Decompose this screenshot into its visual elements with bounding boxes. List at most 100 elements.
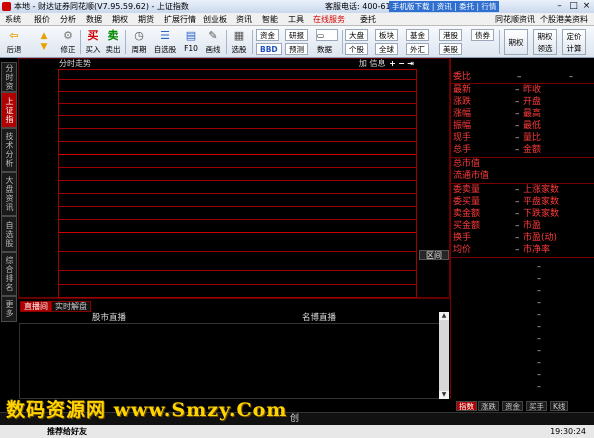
research-button[interactable]: 研报 <box>285 29 308 41</box>
fund-flow-button[interactable]: 资金 <box>256 29 279 41</box>
global-button[interactable]: 全球 <box>375 43 398 55</box>
market-button[interactable]: 大盘 <box>345 29 368 41</box>
fund-button[interactable]: 基金 <box>406 29 429 41</box>
quote-label-pe: 市盈 <box>523 221 542 231</box>
sell-button[interactable]: 卖卖出 <box>102 28 124 56</box>
menu-stock-info[interactable]: 个股港美资料 <box>540 13 588 26</box>
quote-label-avgprice: 均价 <box>453 245 472 255</box>
menu-futures[interactable]: 期货 <box>138 13 154 26</box>
minimize-icon[interactable]: – <box>553 1 566 12</box>
zoom-in-icon[interactable]: + <box>388 59 397 69</box>
menu-tools[interactable]: 工具 <box>288 13 304 26</box>
quote-label-volratio: 量比 <box>523 133 542 143</box>
left-side-tabs: 分时资讯 上证指数 技术分析 大盘资讯 自选股 综合排名 更多 <box>0 58 18 399</box>
close-icon[interactable]: × <box>580 1 593 12</box>
option-button[interactable]: 期权 <box>504 29 528 55</box>
quote-label-lastvol: 现手 <box>453 133 472 143</box>
menu-analysis[interactable]: 分析 <box>60 13 76 26</box>
menu-trade[interactable]: 委托 <box>360 13 376 26</box>
chart-tools: 加 信息 + − ⇥ <box>359 59 415 69</box>
maximize-icon[interactable]: □ <box>567 1 580 12</box>
forecast-button[interactable]: 预测 <box>285 43 308 55</box>
title-bar: 本地 - 财达证券同花顺(V7.95.59.62) - 上证指数 客服电话: 4… <box>0 0 594 13</box>
tab-realtime-analysis[interactable]: 实时解盘 <box>51 301 91 312</box>
data-icon[interactable]: ▭ <box>316 29 338 41</box>
menu-news[interactable]: 资讯 <box>236 13 252 26</box>
tab-ranking[interactable]: 综合排名 <box>1 252 17 296</box>
forward-button[interactable]: ▲ ▼ <box>36 28 52 56</box>
quote-label-mktcap: 总市值 <box>453 159 481 169</box>
tab-technical[interactable]: 技术分析 <box>1 128 17 172</box>
quote-label-buyamt: 买金额 <box>453 221 481 231</box>
scroll-down-icon[interactable]: ▼ <box>439 391 449 399</box>
quote-label-pe-dyn: 市盈(动) <box>523 233 558 243</box>
buy-button[interactable]: 买买入 <box>82 28 104 56</box>
add-indicator-label[interactable]: 加 <box>359 59 367 68</box>
menu-bar: 系统 报价 分析 数据 期权 期货 扩展行情 创业板 资讯 智能 工具 在线服务… <box>0 13 594 26</box>
pricing-calc-button[interactable]: 定价计算 <box>562 29 586 55</box>
quote-label-change: 涨跌 <box>453 97 472 107</box>
mobile-download-link[interactable]: 手机版下载 | 资讯 | 委托 | 行情 <box>389 1 500 12</box>
sector-button[interactable]: 板块 <box>375 29 398 41</box>
tab-fund[interactable]: 资金 <box>502 401 523 411</box>
scroll-up-icon[interactable]: ▲ <box>439 312 449 320</box>
modify-icon: ⚙ <box>63 29 73 42</box>
menu-smart[interactable]: 智能 <box>262 13 278 26</box>
expand-icon[interactable]: ⇥ <box>406 59 415 69</box>
pencil-icon: ✎ <box>208 29 218 42</box>
zoom-out-icon[interactable]: − <box>397 59 406 69</box>
quote-value-weibi: – <box>517 72 522 82</box>
app-window: 本地 - 财达证券同花顺(V7.95.59.62) - 上证指数 客服电话: 4… <box>0 0 594 438</box>
recommend-friend-link[interactable]: 推荐给好友 <box>47 425 87 438</box>
timeshare-chart: 分时走势 加 信息 + − ⇥ 区间 <box>18 58 450 298</box>
tab-sh-index[interactable]: 上证指数 <box>1 92 17 128</box>
chart-title: 分时走势 <box>59 59 91 68</box>
stock-picker-button[interactable]: ▦ 选股 <box>228 28 250 56</box>
menu-gem[interactable]: 创业板 <box>203 13 227 26</box>
menu-online-service[interactable]: 在线服务 <box>313 13 345 26</box>
news-panel: 直播间 实时解盘 股市直播 名博直播 ▲ ▼ <box>18 298 450 399</box>
watchlist-button[interactable]: ☰ 自选股 <box>152 28 178 56</box>
quote-label-askvol: 委卖量 <box>453 185 481 195</box>
menu-extended[interactable]: 扩展行情 <box>164 13 196 26</box>
back-arrow-icon: ⇦ <box>9 29 19 42</box>
tab-index[interactable]: 指数 <box>456 401 477 411</box>
toolbar: ⇦ 后退 ▲ ▼ ⚙ 修正 买买入 卖卖出 ◷ 周期 ☰ 自选股 ▤ F10 ✎ 画线 ▦ 选股… <box>0 26 594 58</box>
option-select-button[interactable]: 期权领选 <box>533 29 557 55</box>
menu-data[interactable]: 数据 <box>86 13 102 26</box>
menu-options[interactable]: 期权 <box>112 13 128 26</box>
data-label: 数据 <box>317 45 332 54</box>
menu-ths-news[interactable]: 同花顺资讯 <box>495 13 535 26</box>
down-arrow-icon: ▼ <box>40 42 48 52</box>
news-scrollbar[interactable]: ▲ ▼ <box>439 312 449 399</box>
window-title: 本地 - 财达证券同花顺(V7.95.59.62) - 上证指数 <box>14 2 189 11</box>
period-button[interactable]: ◷ 周期 <box>128 28 150 56</box>
tab-kline[interactable]: K线 <box>550 401 569 411</box>
app-logo-icon <box>2 2 11 11</box>
quote-label-floatcap: 流通市值 <box>453 171 490 181</box>
tab-market-news[interactable]: 大盘资讯 <box>1 172 17 216</box>
back-button[interactable]: ⇦ 后退 <box>2 28 26 56</box>
quote-label-amount: 金额 <box>523 145 542 155</box>
quote-label-turnover: 换手 <box>453 233 472 243</box>
tab-live-room[interactable]: 直播间 <box>20 301 52 312</box>
menu-system[interactable]: 系统 <box>5 13 21 26</box>
bond-button[interactable]: 债券 <box>471 29 494 41</box>
range-button[interactable]: 区间 <box>419 250 449 260</box>
tab-more[interactable]: 更多 <box>1 296 17 322</box>
forex-button[interactable]: 外汇 <box>406 43 429 55</box>
us-stock-button[interactable]: 美股 <box>439 43 462 55</box>
tab-watchlist[interactable]: 自选股 <box>1 216 17 252</box>
tab-updown[interactable]: 涨跌 <box>478 401 499 411</box>
watchlist-icon: ☰ <box>160 29 170 42</box>
menu-quote[interactable]: 报价 <box>34 13 50 26</box>
tab-timeshare-news[interactable]: 分时资讯 <box>1 62 17 92</box>
modify-button[interactable]: ⚙ 修正 <box>57 28 79 56</box>
tab-buyer[interactable]: 买手 <box>526 401 547 411</box>
draw-line-button[interactable]: ✎ 画线 <box>202 28 224 56</box>
stock-button[interactable]: 个股 <box>345 43 368 55</box>
f10-button[interactable]: ▤ F10 <box>180 28 202 56</box>
info-label[interactable]: 信息 <box>369 59 385 68</box>
bbd-button[interactable]: BBD <box>256 43 282 55</box>
hk-stock-button[interactable]: 港股 <box>439 29 462 41</box>
